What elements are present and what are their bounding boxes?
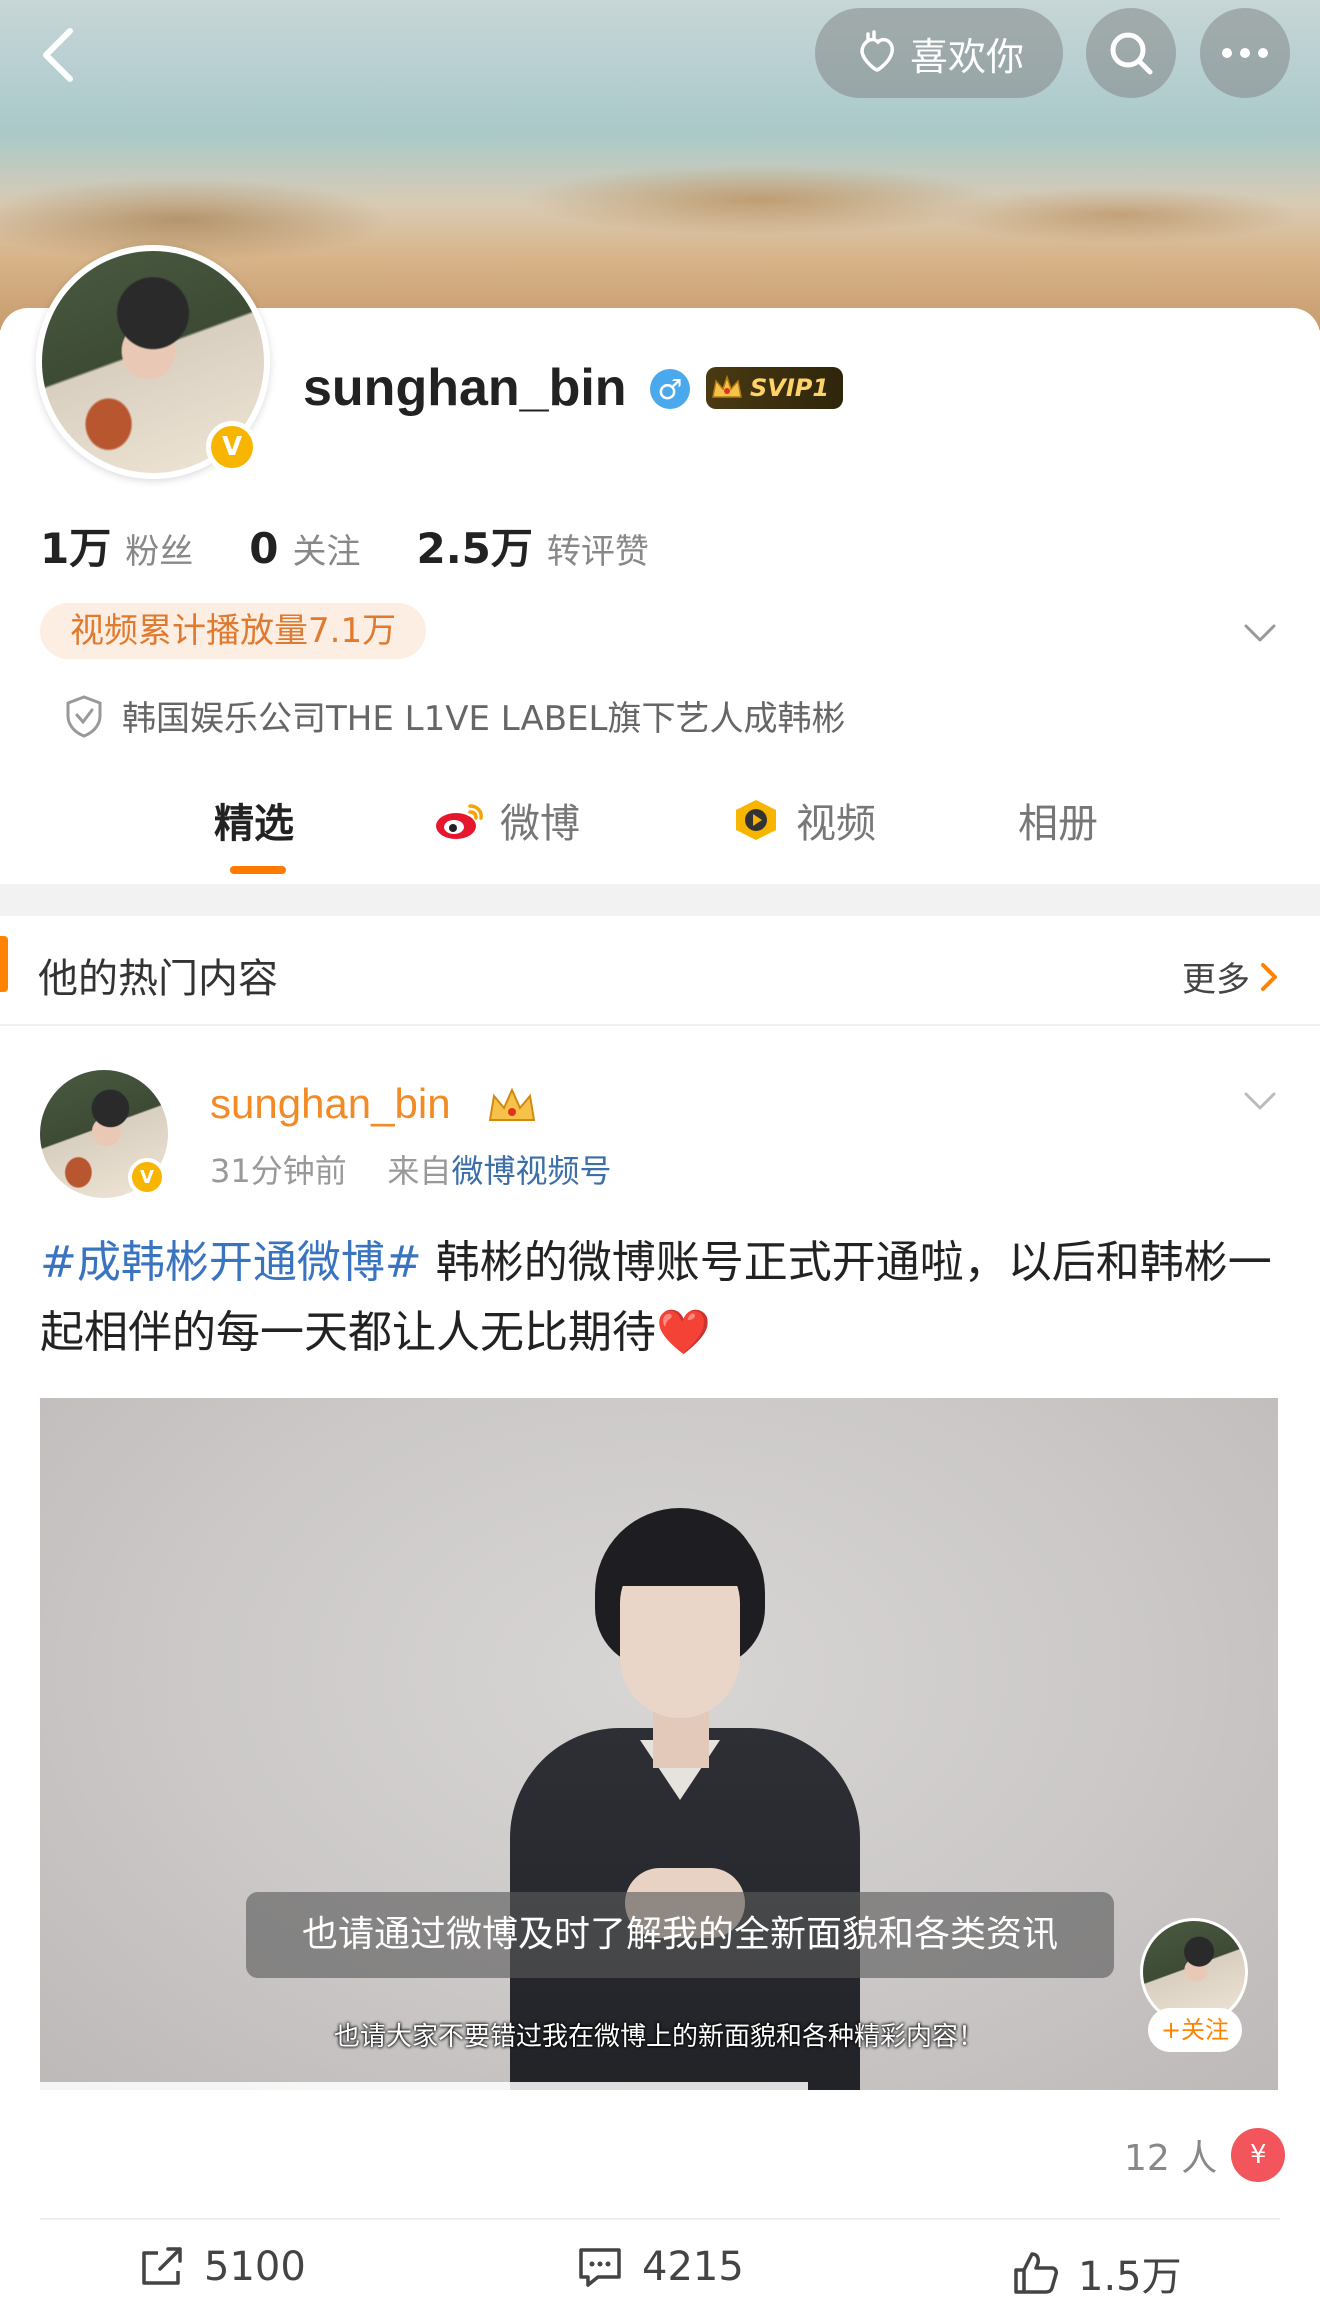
post-video[interactable]: 也请通过微博及时了解我的全新面貌和各类资讯 也请大家不要错过我在微博上的新面貌和… <box>40 1398 1278 2090</box>
video-subtitle-secondary: 也请大家不要错过我在微博上的新面貌和各种精彩内容！ <box>333 2022 984 2052</box>
active-tab-indicator <box>230 866 286 874</box>
more-label: 更多 <box>1182 960 1250 1000</box>
chevron-down-icon[interactable] <box>1240 614 1280 654</box>
tab-label: 视频 <box>796 801 876 847</box>
tab-album[interactable]: 相册 <box>1018 780 1098 860</box>
profile-username: sunghan_bin <box>303 359 627 417</box>
section-divider <box>0 884 1320 916</box>
bio-text: 韩国娱乐公司THE L1VE LABEL旗下艺人成韩彬 <box>122 699 846 739</box>
weibo-icon <box>436 804 483 839</box>
section-accent-bar <box>0 936 8 992</box>
stat-value: 0 <box>249 524 279 573</box>
tab-featured[interactable]: 精选 <box>214 780 294 860</box>
stat-interactions[interactable]: 2.5万 转评赞 <box>416 515 648 576</box>
post-author-name[interactable]: sunghan_bin <box>210 1080 451 1128</box>
crown-icon <box>712 374 742 398</box>
tab-label: 微博 <box>500 801 580 847</box>
like-you-label: 喜欢你 <box>909 34 1024 79</box>
svip-badge[interactable]: SVIP1 <box>706 367 844 409</box>
hot-content-title: 他的热门内容 <box>38 956 278 1002</box>
svip-label: SVIP1 <box>750 374 830 402</box>
back-button[interactable] <box>18 10 98 100</box>
post-topic-link[interactable]: #成韩彬开通微博# <box>40 1237 422 1288</box>
liked-by-row[interactable]: 12 人 ¥ <box>1124 2128 1286 2182</box>
verified-badge-icon: V <box>128 1158 166 1196</box>
post-time: 31分钟前 <box>210 1152 347 1190</box>
more-dots-icon <box>1222 48 1268 58</box>
stat-label: 转评赞 <box>546 532 649 572</box>
video-progress-bar[interactable] <box>40 2082 808 2090</box>
liked-by-count: 12 人 <box>1124 2138 1218 2179</box>
search-button[interactable] <box>1086 8 1176 98</box>
video-play-count-tag[interactable]: 视频累计播放量7.1万 <box>40 603 427 659</box>
stat-value: 2.5万 <box>416 524 533 573</box>
search-icon <box>1110 32 1153 75</box>
comment-icon <box>579 2248 621 2287</box>
crown-icon <box>488 1087 536 1121</box>
profile-stats: 1万 粉丝 0 关注 2.5万 转评赞 <box>40 515 705 576</box>
more-link[interactable]: 更多 <box>1182 952 1280 1001</box>
chevron-down-icon[interactable] <box>1240 1082 1280 1122</box>
post-body: #成韩彬开通微博# 韩彬的微博账号正式开通啦，以后和韩彬一起相伴的每一天都让人无… <box>40 1228 1280 1368</box>
like-count: 1.5万 <box>1078 2254 1182 2300</box>
reward-icon: ¥ <box>1231 2128 1286 2182</box>
stat-label: 关注 <box>292 532 361 572</box>
stat-value: 1万 <box>40 524 112 573</box>
male-gender-icon: ♂ <box>650 369 690 409</box>
more-button[interactable] <box>1200 8 1290 98</box>
profile-tabs: 精选 微博 视频 相册 <box>0 780 1320 876</box>
profile-avatar[interactable]: V <box>36 245 270 479</box>
thumbs-up-icon <box>1014 2252 1058 2294</box>
tab-label: 精选 <box>214 801 294 847</box>
post-meta: 31分钟前 来自微博视频号 <box>210 1146 611 1192</box>
shield-check-icon <box>66 694 102 738</box>
hot-content-header: 他的热门内容 更多 <box>0 916 1320 1026</box>
tab-video[interactable]: 视频 <box>728 780 876 860</box>
hand-heart-icon <box>860 30 894 72</box>
repost-button[interactable]: 5100 <box>138 2244 306 2290</box>
verified-badge-icon: V <box>206 421 258 473</box>
action-divider <box>40 2218 1280 2220</box>
like-you-button[interactable]: 喜欢你 <box>815 8 1063 98</box>
like-button[interactable]: 1.5万 <box>1012 2244 1182 2302</box>
post-source[interactable]: 微博视频号 <box>451 1152 611 1190</box>
profile-bio: 韩国娱乐公司THE L1VE LABEL旗下艺人成韩彬 <box>64 691 845 740</box>
post-source-prefix: 来自 <box>387 1152 452 1190</box>
repost-count: 5100 <box>204 2244 306 2290</box>
stat-label: 粉丝 <box>125 532 194 572</box>
video-person-fringe <box>606 1516 756 1586</box>
comment-button[interactable]: 4215 <box>576 2244 744 2290</box>
chevron-left-icon <box>43 28 73 82</box>
stat-following[interactable]: 0 关注 <box>249 524 360 573</box>
heart-emoji: ❤️ <box>656 1307 711 1358</box>
video-icon <box>736 800 776 840</box>
video-subtitle-main: 也请通过微博及时了解我的全新面貌和各类资讯 <box>246 1892 1114 1978</box>
chevron-right-icon <box>1261 962 1277 991</box>
tab-label: 相册 <box>1018 801 1098 847</box>
post-author-avatar[interactable]: V <box>40 1070 168 1198</box>
share-icon <box>142 2247 182 2285</box>
comment-count: 4215 <box>642 2244 744 2290</box>
video-follow-button[interactable]: +关注 <box>1148 2008 1242 2052</box>
tab-weibo[interactable]: 微博 <box>432 780 580 860</box>
stat-followers[interactable]: 1万 粉丝 <box>40 515 193 576</box>
